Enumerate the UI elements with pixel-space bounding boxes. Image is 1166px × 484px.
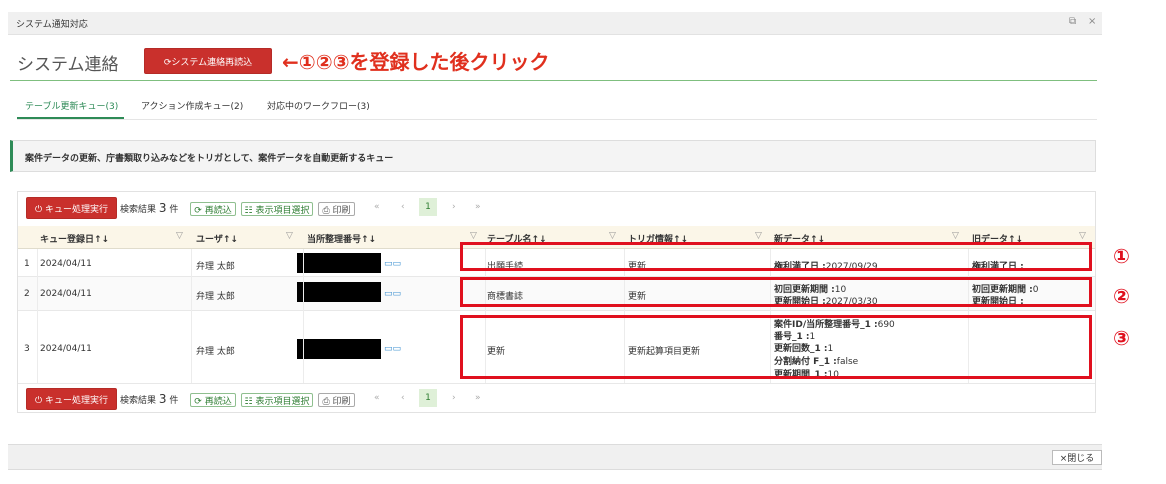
- pager-current[interactable]: 1: [419, 198, 437, 216]
- queue-date: 2024/04/11: [40, 344, 92, 354]
- pager-prev[interactable]: ‹: [401, 202, 405, 212]
- page-title: システム連絡: [17, 55, 119, 75]
- window-footer: ×閉じる: [8, 444, 1102, 470]
- filter-icon[interactable]: ▽: [176, 231, 183, 241]
- filter-icon[interactable]: ▽: [470, 231, 477, 241]
- restore-icon[interactable]: ⧉: [1069, 16, 1076, 27]
- pager-prev[interactable]: ‹: [401, 393, 405, 403]
- row-number: 3: [24, 344, 30, 354]
- header-divider: [10, 80, 1097, 81]
- instruction-annotation: ←①②③を登録した後クリック: [282, 50, 550, 74]
- annotation-box-2: [460, 277, 1092, 307]
- result-count-number: 3: [158, 392, 167, 406]
- attachment-icon[interactable]: ▭▭: [384, 289, 401, 299]
- user-name: 弁理 太郎: [196, 347, 235, 357]
- result-count: 検索結果 3 件: [120, 392, 178, 406]
- column-select-button[interactable]: ☷ 表示項目選択: [241, 393, 313, 407]
- filter-icon[interactable]: ▽: [286, 231, 293, 241]
- result-count-suffix: 件: [169, 205, 179, 215]
- column-divider: [303, 249, 304, 383]
- filter-icon[interactable]: ▽: [1079, 231, 1086, 241]
- pager-first[interactable]: «: [374, 393, 380, 403]
- annotation-marker-1: ①: [1113, 244, 1130, 268]
- annotation-box-1: [460, 242, 1092, 271]
- result-count-prefix: 検索結果: [120, 396, 157, 406]
- filter-icon[interactable]: ▽: [755, 231, 762, 241]
- queue-date: 2024/04/11: [40, 259, 92, 269]
- queue-date: 2024/04/11: [40, 289, 92, 299]
- column-divider: [37, 249, 38, 383]
- system-reload-button[interactable]: ⟳システム連絡再読込: [144, 48, 272, 74]
- column-select-button[interactable]: ☷ 表示項目選択: [241, 202, 313, 216]
- reload-button[interactable]: ⟳ 再読込: [190, 393, 236, 407]
- attachment-icon[interactable]: ▭▭: [384, 344, 401, 354]
- result-count: 検索結果 3 件: [120, 201, 178, 215]
- pager-first[interactable]: «: [374, 202, 380, 212]
- close-button[interactable]: ×閉じる: [1052, 450, 1102, 465]
- redacted-ref-number: [297, 339, 381, 359]
- col-queue-date[interactable]: キュー登録日↑↓: [40, 232, 109, 245]
- tab-workflows[interactable]: 対応中のワークフロー(3): [267, 99, 370, 112]
- queue-description-text: 案件データの更新、庁書類取り込みなどをトリガとして、案件データを自動更新するキュ…: [25, 154, 394, 164]
- execute-queue-button[interactable]: ⏻ キュー処理実行: [26, 197, 117, 219]
- row-number: 1: [24, 259, 30, 269]
- print-button[interactable]: ⎙ 印刷: [318, 393, 355, 407]
- result-count-number: 3: [158, 201, 167, 215]
- filter-icon[interactable]: ▽: [609, 231, 616, 241]
- tab-table-update-queue[interactable]: テーブル更新キュー(3): [25, 99, 118, 112]
- user-name: 弁理 太郎: [196, 262, 235, 272]
- tabs-divider: [17, 119, 1097, 120]
- annotation-marker-2: ②: [1113, 284, 1130, 308]
- result-count-suffix: 件: [169, 396, 179, 406]
- pager-last[interactable]: »: [475, 202, 481, 212]
- window-titlebar: システム通知対応 ⧉ ×: [8, 12, 1102, 35]
- column-divider: [191, 249, 192, 383]
- row-number: 2: [24, 289, 30, 299]
- close-icon[interactable]: ×: [1088, 16, 1096, 27]
- annotation-marker-3: ③: [1113, 326, 1130, 350]
- user-name: 弁理 太郎: [196, 292, 235, 302]
- tab-action-queue[interactable]: アクション作成キュー(2): [141, 99, 243, 112]
- pager-last[interactable]: »: [475, 393, 481, 403]
- pager-next[interactable]: ›: [452, 202, 456, 212]
- pager-current[interactable]: 1: [419, 389, 437, 407]
- attachment-icon[interactable]: ▭▭: [384, 259, 401, 269]
- window-title: システム通知対応: [16, 20, 88, 30]
- filter-icon[interactable]: ▽: [952, 231, 959, 241]
- print-button[interactable]: ⎙ 印刷: [318, 202, 355, 216]
- queue-description: 案件データの更新、庁書類取り込みなどをトリガとして、案件データを自動更新するキュ…: [10, 140, 1096, 172]
- redacted-ref-number: [297, 253, 381, 273]
- col-ref-number[interactable]: 当所整理番号↑↓: [307, 232, 376, 245]
- execute-queue-button[interactable]: ⏻ キュー処理実行: [26, 388, 117, 410]
- annotation-box-3: [460, 315, 1092, 379]
- pager-next[interactable]: ›: [452, 393, 456, 403]
- active-tab-indicator: [17, 117, 124, 119]
- redacted-ref-number: [297, 282, 381, 302]
- result-count-prefix: 検索結果: [120, 205, 157, 215]
- reload-button[interactable]: ⟳ 再読込: [190, 202, 236, 216]
- col-user[interactable]: ユーザ↑↓: [196, 232, 238, 245]
